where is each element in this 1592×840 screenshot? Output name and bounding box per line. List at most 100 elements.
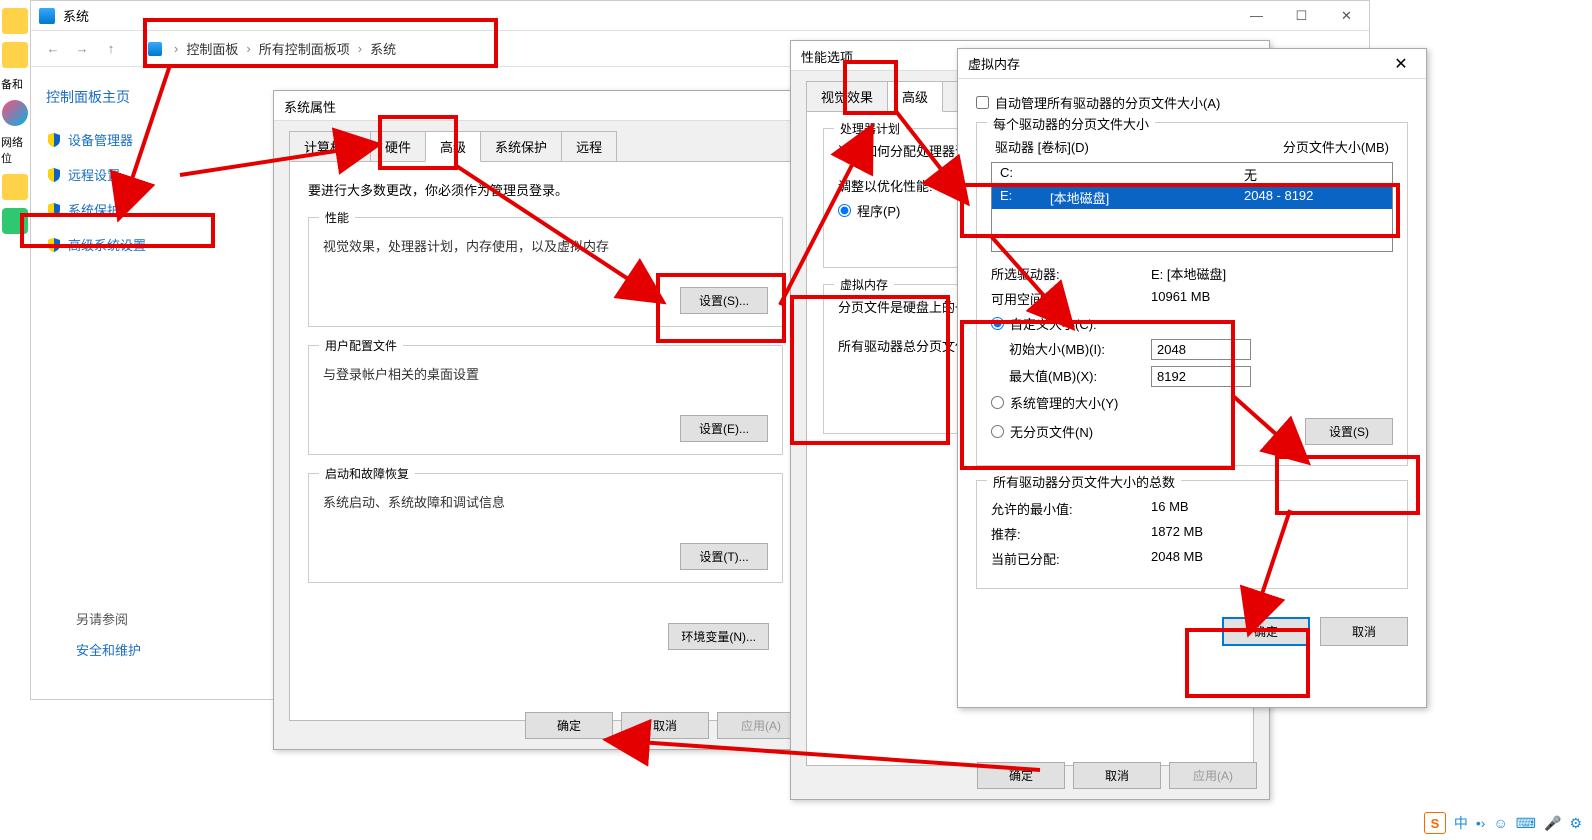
tab-advanced[interactable]: 高级 xyxy=(425,131,481,162)
ime-mic-icon[interactable]: 🎤 xyxy=(1544,815,1561,832)
no-page-radio[interactable] xyxy=(991,425,1004,438)
section-title-userprofile: 用户配置文件 xyxy=(319,337,403,354)
breadcrumb-item[interactable]: 系统 xyxy=(366,37,400,60)
shield-icon xyxy=(46,237,62,253)
close-button[interactable]: ✕ xyxy=(1386,52,1416,76)
selected-drive-label: 所选驱动器: xyxy=(991,264,1151,283)
min-label: 允许的最小值: xyxy=(991,499,1151,518)
breadcrumb-item[interactable]: 控制面板 xyxy=(182,37,242,60)
window-title: 系统 xyxy=(63,6,89,25)
breadcrumb: › 控制面板 › 所有控制面板项 › 系统 xyxy=(148,37,400,60)
sidebar-link-remote[interactable]: 远程设置 xyxy=(46,162,246,187)
min-value: 16 MB xyxy=(1151,499,1393,518)
sidebar-link-advanced[interactable]: 高级系统设置 xyxy=(46,232,246,257)
section-title-startup: 启动和故障恢复 xyxy=(319,465,415,482)
startup-settings-button[interactable]: 设置(T)... xyxy=(680,543,768,570)
radio-label: 程序(P) xyxy=(857,201,900,220)
tab-visual[interactable]: 视觉效果 xyxy=(806,81,888,112)
sidebar-home[interactable]: 控制面板主页 xyxy=(46,87,246,107)
shield-icon xyxy=(46,202,62,218)
back-button[interactable]: ← xyxy=(41,37,65,61)
cancel-button[interactable]: 取消 xyxy=(621,712,709,739)
drive-label xyxy=(1050,165,1244,184)
tab-hardware[interactable]: 硬件 xyxy=(370,131,426,162)
auto-manage-label: 自动管理所有驱动器的分页文件大小(A) xyxy=(995,93,1220,112)
ime-toolbar: S 中 •› ☺ ⌨ 🎤 ⚙ xyxy=(1424,812,1582,834)
drive-label: [本地磁盘] xyxy=(1050,188,1244,207)
cancel-button[interactable]: 取消 xyxy=(1320,617,1408,646)
userprofile-settings-button[interactable]: 设置(E)... xyxy=(680,415,768,442)
app-icon[interactable] xyxy=(2,100,28,126)
ime-smiley-icon[interactable]: ☺ xyxy=(1493,815,1507,831)
shield-icon xyxy=(46,132,62,148)
max-size-input[interactable] xyxy=(1151,366,1251,387)
ime-punct-icon[interactable]: •› xyxy=(1476,815,1486,831)
sidebar-link-protection[interactable]: 系统保护 xyxy=(46,197,246,222)
initial-size-input[interactable] xyxy=(1151,339,1251,360)
admin-note: 要进行大多数更改，你必须作为管理员登录。 xyxy=(308,180,783,199)
cur-value: 2048 MB xyxy=(1151,549,1393,568)
auto-manage-checkbox[interactable] xyxy=(976,96,989,109)
section-desc: 视觉效果，处理器计划，内存使用，以及虚拟内存 xyxy=(323,236,768,255)
virtual-memory-dialog: 虚拟内存 ✕ 自动管理所有驱动器的分页文件大小(A) 每个驱动器的分页文件大小 … xyxy=(957,48,1427,708)
drive-list[interactable]: C: 无 E: [本地磁盘] 2048 - 8192 xyxy=(991,162,1393,252)
drive-size: 无 xyxy=(1244,165,1384,184)
ime-logo[interactable]: S xyxy=(1424,812,1446,834)
programs-radio[interactable] xyxy=(838,204,851,217)
sidebar-link-label: 远程设置 xyxy=(68,165,120,184)
rec-value: 1872 MB xyxy=(1151,524,1393,543)
environment-variables-button[interactable]: 环境变量(N)... xyxy=(668,623,769,650)
ime-han[interactable]: 中 xyxy=(1454,813,1468,833)
folder-icon[interactable] xyxy=(2,8,28,34)
desktop-label: 备和 xyxy=(1,76,30,92)
forward-button[interactable]: → xyxy=(70,37,94,61)
ok-button[interactable]: 确定 xyxy=(525,712,613,739)
see-also-link[interactable]: 安全和维护 xyxy=(76,640,141,659)
sidebar-link-device-manager[interactable]: 设备管理器 xyxy=(46,127,246,152)
up-button[interactable]: ↑ xyxy=(99,37,123,61)
computer-icon xyxy=(148,42,162,56)
drive-letter: C: xyxy=(1000,165,1050,184)
dialog-title: 系统属性 xyxy=(274,91,817,121)
section-title-scheduling: 处理器计划 xyxy=(834,120,906,137)
col-drive: 驱动器 [卷标](D) xyxy=(995,137,1089,156)
close-button[interactable]: ✕ xyxy=(1324,1,1369,30)
tab-advanced[interactable]: 高级 xyxy=(887,81,943,112)
tab-computer-name[interactable]: 计算机名 xyxy=(289,131,371,162)
tabstrip: 计算机名 硬件 高级 系统保护 远程 xyxy=(274,121,817,162)
cancel-button[interactable]: 取消 xyxy=(1073,762,1161,789)
ime-keyboard-icon[interactable]: ⌨ xyxy=(1516,815,1536,832)
minimize-button[interactable]: — xyxy=(1234,1,1279,30)
tab-protection[interactable]: 系统保护 xyxy=(480,131,562,162)
section-title-vmem: 虚拟内存 xyxy=(834,276,894,293)
custom-size-radio[interactable] xyxy=(991,317,1004,330)
desktop-icon-strip: 备和 网络位 xyxy=(0,0,30,840)
col-page: 分页文件大小(MB) xyxy=(1283,137,1389,156)
tab-remote[interactable]: 远程 xyxy=(561,131,617,162)
system-managed-radio[interactable] xyxy=(991,396,1004,409)
apply-button[interactable]: 应用(A) xyxy=(1169,762,1257,789)
ime-settings-icon[interactable]: ⚙ xyxy=(1569,815,1582,832)
breadcrumb-item[interactable]: 所有控制面板项 xyxy=(255,37,354,60)
tab-panel: 要进行大多数更改，你必须作为管理员登录。 性能 视觉效果，处理器计划，内存使用，… xyxy=(289,161,802,721)
ok-button[interactable]: 确定 xyxy=(1222,617,1310,646)
folder-icon[interactable] xyxy=(2,174,28,200)
maximize-button[interactable]: ☐ xyxy=(1279,1,1324,30)
shield-icon xyxy=(46,167,62,183)
dialog-title: 虚拟内存 xyxy=(968,54,1020,73)
initial-size-label: 初始大小(MB)(I): xyxy=(991,339,1151,360)
radio-label: 自定义大小(C): xyxy=(1010,314,1097,333)
folder-icon[interactable] xyxy=(2,42,28,68)
set-button[interactable]: 设置(S) xyxy=(1305,418,1393,445)
performance-settings-button[interactable]: 设置(S)... xyxy=(680,287,768,314)
ok-button[interactable]: 确定 xyxy=(977,762,1065,789)
group-title: 每个驱动器的分页文件大小 xyxy=(987,114,1155,133)
drive-row-selected[interactable]: E: [本地磁盘] 2048 - 8192 xyxy=(992,186,1392,209)
drive-row[interactable]: C: 无 xyxy=(992,163,1392,186)
app-icon[interactable] xyxy=(2,208,28,234)
system-titlebar: 系统 — ☐ ✕ xyxy=(31,1,1369,31)
system-properties-dialog: 系统属性 计算机名 硬件 高级 系统保护 远程 要进行大多数更改，你必须作为管理… xyxy=(273,90,818,750)
max-size-label: 最大值(MB)(X): xyxy=(991,366,1151,387)
section-desc: 系统启动、系统故障和调试信息 xyxy=(323,492,768,511)
selected-drive-value: E: [本地磁盘] xyxy=(1151,264,1393,283)
